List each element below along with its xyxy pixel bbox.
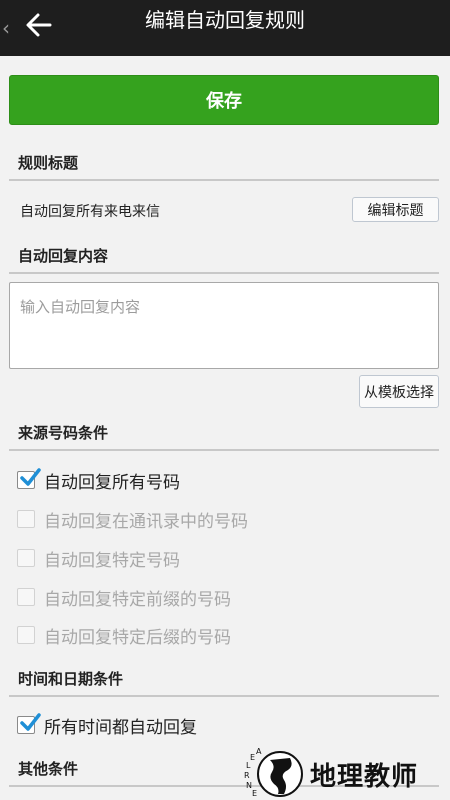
option-label: 所有时间都自动回复 — [44, 717, 197, 738]
option-suffix-numbers[interactable]: 自动回复特定后缀的号码 — [17, 621, 231, 649]
option-label: 自动回复特定后缀的号码 — [44, 627, 231, 648]
checkbox-disabled[interactable] — [17, 588, 35, 606]
section-source-conditions: 来源号码条件 — [9, 421, 439, 451]
checkbox-disabled[interactable] — [17, 510, 35, 528]
globe-logo-icon: L E A R N E — [244, 748, 303, 798]
watermark: L E A R N E 地理教师 — [240, 748, 450, 800]
checkmark-icon — [20, 468, 41, 486]
checkmark-icon — [20, 713, 41, 731]
svg-text:A: A — [256, 748, 262, 756]
checkbox-disabled[interactable] — [17, 626, 35, 644]
checkbox-checked[interactable] — [17, 713, 41, 734]
watermark-text: 地理教师 — [310, 761, 419, 792]
reply-content-input[interactable] — [9, 282, 439, 369]
option-all-times[interactable]: 所有时间都自动回复 — [17, 711, 197, 739]
option-label: 自动回复所有号码 — [44, 472, 180, 493]
checkbox-checked[interactable] — [17, 468, 41, 489]
choose-template-button[interactable]: 从模板选择 — [359, 375, 439, 408]
option-contacts-numbers[interactable]: 自动回复在通讯录中的号码 — [17, 505, 248, 533]
option-label: 自动回复在通讯录中的号码 — [44, 511, 248, 532]
svg-text:L: L — [246, 761, 251, 770]
svg-text:R: R — [244, 771, 250, 780]
option-label: 自动回复特定前缀的号码 — [44, 589, 231, 610]
page-title: 编辑自动回复规则 — [145, 8, 305, 32]
top-bar: ‹ 编辑自动回复规则 — [0, 0, 450, 56]
rule-title-value: 自动回复所有来电来信 — [20, 204, 160, 220]
svg-text:E: E — [250, 753, 255, 762]
section-reply-content: 自动回复内容 — [9, 244, 439, 274]
save-button[interactable]: 保存 — [9, 75, 439, 125]
option-prefix-numbers[interactable]: 自动回复特定前缀的号码 — [17, 583, 231, 611]
section-rule-title: 规则标题 — [9, 151, 439, 181]
section-time-conditions: 时间和日期条件 — [9, 667, 439, 697]
edit-title-button[interactable]: 编辑标题 — [352, 197, 439, 222]
option-specific-numbers[interactable]: 自动回复特定号码 — [17, 544, 180, 572]
option-label: 自动回复特定号码 — [44, 550, 180, 571]
svg-text:E: E — [252, 789, 257, 798]
option-all-numbers[interactable]: 自动回复所有号码 — [17, 466, 180, 494]
checkbox-disabled[interactable] — [17, 549, 35, 567]
